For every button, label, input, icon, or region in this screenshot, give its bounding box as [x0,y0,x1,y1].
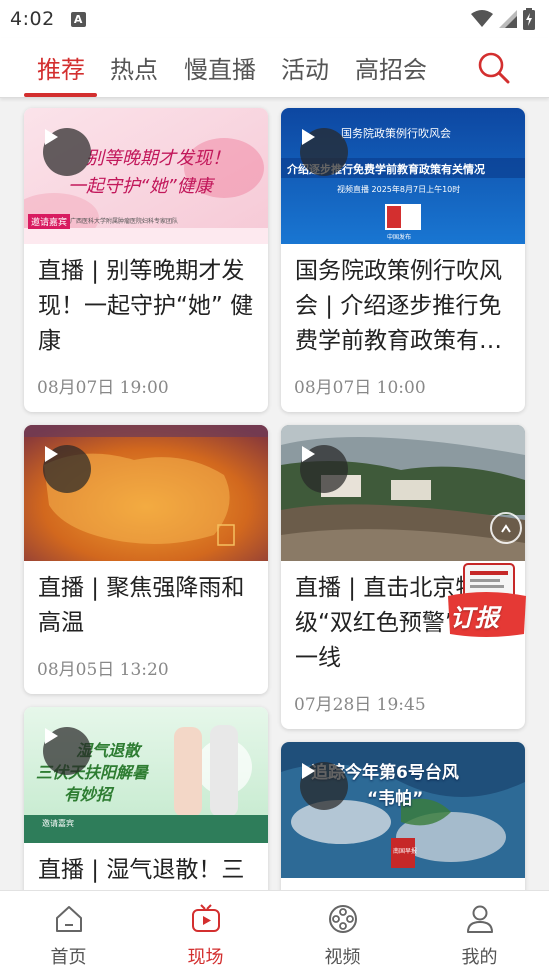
search-icon[interactable] [476,50,512,86]
thumbnail-caption: 视频直播 2025年8月7日上午10时 [337,185,461,194]
card-title: 国务院政策例行吹风会 | 介绍逐步推行免费学前教育政策有关情况 [295,258,502,354]
thumbnail-headline: 别等晚期才发现！ [86,148,230,169]
play-icon[interactable] [300,762,348,810]
card-thumbnail: 湿气退散 三伏天扶阳解暑 有妙招 邀请嘉宾 [24,707,268,843]
tab-slow-live[interactable]: 慢直播 [184,50,256,85]
nav-label: 现场 [187,947,224,968]
card-date: 07月28日 19:45 [294,695,426,715]
play-icon[interactable] [43,727,91,775]
thumbnail-headline: 国务院政策例行吹风会 [341,127,451,140]
film-reel-icon [328,905,357,933]
status-bar: 4:02 A [0,0,549,38]
subscribe-newspaper-button[interactable]: 订报 [446,562,528,638]
live-card[interactable]: 国务院政策例行吹风会 介绍逐步推行免费学前教育政策有关情况 视频直播 2025年… [281,108,525,412]
battery-charging-icon [523,8,535,30]
nav-mine[interactable]: 我的 [411,891,548,976]
play-icon[interactable] [43,128,91,176]
nav-label: 视频 [324,947,361,968]
signal-icon [499,10,517,28]
thumbnail-logo-text: 中国发布 [387,234,412,241]
person-icon [466,905,493,933]
thumbnail-headline: 有妙招 [64,785,113,804]
active-tab-indicator [24,93,97,97]
tab-college-fair[interactable]: 高招会 [355,50,427,85]
card-date: 08月05日 13:20 [37,660,169,680]
thumbnail-logo-text: 南国早报 [393,848,418,855]
play-icon[interactable] [300,445,348,493]
live-card[interactable]: 别等晚期才发现！ 一起守护“她”健康 邀请嘉宾 广西医科大学附属肿瘤医院妇科专家… [24,108,268,412]
play-icon[interactable] [43,445,91,493]
card-title: 直播 | 别等晚期才发现！一起守护“她” 健康 [38,258,254,354]
card-thumbnail [24,425,268,561]
nav-label: 我的 [461,947,498,968]
nav-home[interactable]: 首页 [0,891,137,976]
status-time: 4:02 [10,8,55,30]
card-thumbnail [281,425,525,561]
card-date: 08月07日 19:00 [37,378,169,398]
card-thumbnail: 追踪今年第6号台风 “韦帕” 南国早报 [281,742,525,878]
tab-recommend[interactable]: 推荐 [37,50,85,85]
status-icons [471,8,535,30]
home-icon [55,906,82,932]
nav-label: 首页 [50,947,87,968]
live-card[interactable]: 追踪今年第6号台风 “韦帕” 南国早报 [281,742,525,912]
live-card[interactable]: 直播 | 聚焦强降雨和高温 08月05日 13:20 [24,425,268,694]
tab-activities[interactable]: 活动 [281,50,329,85]
bottom-navigation: 首页 现场 视频 我的 [0,890,549,976]
tab-hot[interactable]: 热点 [110,50,158,85]
subscribe-label: 订报 [450,604,500,632]
thumbnail-caption: 广西医科大学附属肿瘤医院妇科专家团队 [70,218,179,225]
live-card[interactable]: 湿气退散 三伏天扶阳解暑 有妙招 邀请嘉宾 直播 | 湿气退散！三伏天扶阳解暑有… [24,707,268,907]
nav-video[interactable]: 视频 [274,891,411,976]
tv-play-icon [191,904,220,932]
play-icon[interactable] [300,128,348,176]
a-icon: A [70,11,86,27]
nav-live-scene[interactable]: 现场 [137,891,274,976]
card-thumbnail: 国务院政策例行吹风会 介绍逐步推行免费学前教育政策有关情况 视频直播 2025年… [281,108,525,244]
card-thumbnail: 别等晚期才发现！ 一起守护“她”健康 邀请嘉宾 广西医科大学附属肿瘤医院妇科专家… [24,108,268,244]
card-title: 直播 | 聚焦强降雨和高温 [38,575,245,636]
wifi-icon [471,10,493,27]
category-tab-bar: 推荐 热点 慢直播 活动 高招会 [0,38,549,98]
thumbnail-tag: 邀请嘉宾 [28,214,71,229]
close-icon[interactable] [490,512,522,544]
card-title [281,878,525,888]
thumbnail-tag: 邀请嘉宾 [42,819,74,828]
thumbnail-headline: 一起守护“她”健康 [68,176,213,197]
thumbnail-headline: “韦帕” [367,789,424,809]
card-date: 08月07日 10:00 [294,378,426,398]
